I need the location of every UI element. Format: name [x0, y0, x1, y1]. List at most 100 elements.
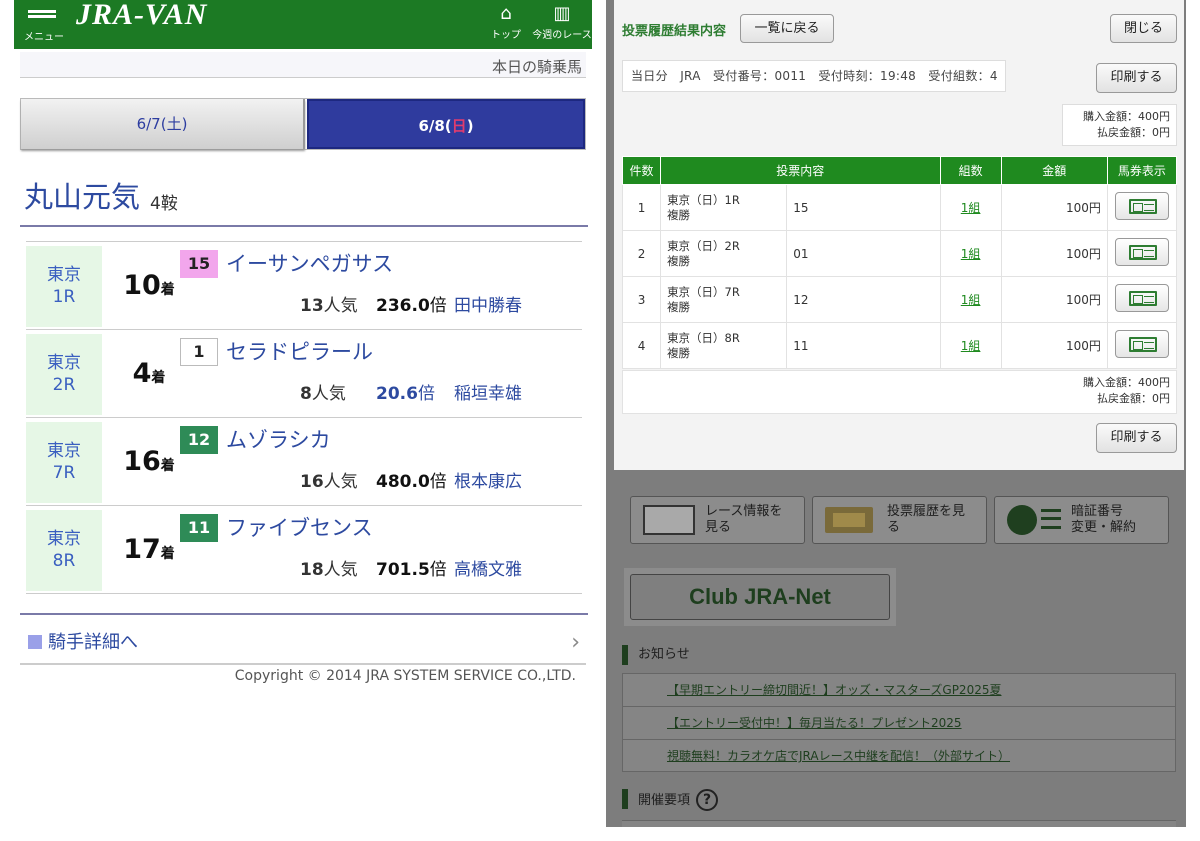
race-row[interactable]: 東京 1R 10着 15 イーサンペガサス 13人気 236.0倍 田中勝春	[26, 242, 582, 330]
race-venue[interactable]: 東京 2R	[26, 334, 102, 415]
bet-selection: 11	[786, 322, 941, 369]
pin-settings-button[interactable]: 暗証番号 変更・解約	[994, 496, 1169, 544]
date-tabs: 6/7(土) 6/8(日)	[20, 98, 586, 150]
rider-name-link[interactable]: 田中勝春	[454, 291, 522, 316]
bet-selection: 15	[786, 184, 941, 231]
back-to-list-button[interactable]: 一覧に戻る	[740, 14, 834, 43]
race-venue[interactable]: 東京 8R	[26, 510, 102, 591]
bet-number: 2	[621, 230, 662, 277]
bet-table: 件数 投票内容 組数 金額 馬券表示 1 東京（日）1R 複勝 15 1組 100…	[621, 156, 1178, 369]
rider-name-link[interactable]: 高橋文雅	[454, 555, 522, 580]
print-button[interactable]: 印刷する	[1096, 63, 1177, 93]
bet-selection: 01	[786, 230, 941, 277]
nav-week-races-button[interactable]: ▥ 今週のレース	[532, 3, 592, 42]
menu-label: メニュー	[24, 32, 64, 43]
tab-saturday[interactable]: 6/7(土)	[21, 99, 305, 149]
ticket-icon	[1128, 291, 1157, 306]
news-link[interactable]: 視聴無料！カラオケ店でJRAレース中継を配信！（外部サイト）	[622, 739, 1176, 772]
ticket-icon	[1128, 245, 1157, 260]
horse-number-badge: 1	[180, 338, 218, 366]
finish-position: 17着	[123, 534, 175, 565]
square-bullet-icon	[28, 635, 42, 649]
nav-week-label: 今週のレース	[532, 30, 592, 41]
race-row[interactable]: 東京 2R 4着 1 セラドピラール 8人気 20.6倍 稲垣幸雄	[26, 330, 582, 418]
jockey-detail-link[interactable]: 騎手詳細へ ›	[20, 625, 586, 665]
table-row: 2 東京（日）2R 複勝 01 1組 100円	[621, 230, 1178, 277]
print-button-bottom[interactable]: 印刷する	[1096, 423, 1177, 453]
race-venue[interactable]: 東京 1R	[26, 246, 102, 327]
help-icon[interactable]: ?	[696, 789, 719, 811]
odds: 480.0倍	[376, 472, 447, 492]
col-content: 投票内容	[660, 156, 941, 185]
ticket-stack-icon	[825, 507, 873, 533]
ticket-view-button[interactable]	[1114, 238, 1169, 266]
purchase-amount: 購入金額：400円	[1083, 110, 1170, 123]
race-info-button[interactable]: レース情報を 見る	[630, 496, 805, 544]
horse-name-link[interactable]: セラドピラール	[226, 336, 373, 366]
bet-race: 東京（日）8R 複勝	[660, 322, 788, 369]
finish-position: 10着	[123, 270, 175, 301]
bet-number: 3	[621, 276, 662, 323]
copyright: Copyright © 2014 JRA SYSTEM SERVICE CO.,…	[234, 668, 576, 684]
bet-amount: 100円	[1000, 184, 1108, 231]
nav-top-button[interactable]: ⌂ トップ	[488, 4, 524, 42]
receipt-info: 当日分 JRA 受付番号：0011 受付時刻：19:48 受付組数：4	[622, 60, 1006, 92]
ride-count: 4鞍	[150, 194, 178, 214]
user-icon	[1007, 505, 1037, 535]
rider-name-link[interactable]: 稲垣幸雄	[454, 379, 522, 404]
table-row: 3 東京（日）7R 複勝 12 1組 100円	[621, 276, 1178, 323]
bet-amount: 100円	[1000, 322, 1108, 369]
news-link[interactable]: 【エントリー受付中！】毎月当たる！プレゼント2025	[622, 706, 1176, 739]
ticket-view-button[interactable]	[1114, 330, 1169, 358]
ticket-view-button[interactable]	[1114, 284, 1169, 312]
rider-name-link[interactable]: 根本康広	[454, 467, 522, 492]
bet-history-modal: 投票履歴結果内容 一覧に戻る 閉じる 当日分 JRA 受付番号：0011 受付時…	[614, 0, 1184, 470]
finish-position: 4着	[132, 358, 166, 389]
ticket-icon	[1128, 199, 1157, 214]
calendar-icon: ▥	[553, 3, 571, 24]
col-amount: 金額	[1000, 156, 1108, 185]
jockey-name: 丸山元気	[24, 180, 141, 214]
schedule-heading: 開催要項?	[622, 789, 719, 811]
divider	[20, 225, 588, 227]
bet-amount: 100円	[1000, 276, 1108, 323]
news-list: 【早期エントリー締切間近！】オッズ・マスターズGP2025夏 【エントリー受付中…	[622, 673, 1176, 772]
bet-selection: 12	[786, 276, 941, 323]
list-icon	[1041, 509, 1061, 529]
ticket-view-button[interactable]	[1114, 192, 1169, 220]
tab-sunday[interactable]: 6/8(日)	[307, 99, 585, 149]
horse-name-link[interactable]: ファイブセンス	[226, 512, 373, 542]
race-row[interactable]: 東京 8R 17着 11 ファイブセンス 18人気 701.5倍 高橋文雅	[26, 506, 582, 594]
table-row: 1 東京（日）1R 複勝 15 1組 100円	[621, 184, 1178, 231]
menu-button[interactable]: メニュー	[24, 6, 68, 43]
combos-link[interactable]: 1組	[939, 230, 1002, 277]
app-header: メニュー JRA-VAN ⌂ トップ ▥ 今週のレース	[14, 0, 592, 49]
race-row[interactable]: 東京 7R 16着 12 ムゾラシカ 16人気 480.0倍 根本康広	[26, 418, 582, 506]
popularity: 16人気	[300, 472, 358, 492]
col-combos: 組数	[939, 156, 1002, 185]
page-subtitle: 本日の騎乗馬	[20, 52, 586, 78]
close-button[interactable]: 閉じる	[1110, 14, 1177, 43]
race-venue[interactable]: 東京 7R	[26, 422, 102, 503]
horse-name-link[interactable]: ムゾラシカ	[226, 424, 331, 454]
club-jra-net-logo: Club JRA-Net	[630, 574, 890, 620]
total-purchase: 購入金額：400円	[1083, 376, 1170, 389]
horse-name-link[interactable]: イーサンペガサス	[226, 248, 393, 278]
club-jra-net-banner[interactable]: Club JRA-Net	[624, 568, 896, 626]
amount-summary: 購入金額：400円 払戻金額：0円	[1062, 104, 1177, 146]
news-link[interactable]: 【早期エントリー締切間近！】オッズ・マスターズGP2025夏	[622, 673, 1176, 706]
total-refund: 払戻金額：0円	[1097, 392, 1170, 405]
bet-number: 1	[621, 184, 662, 231]
combos-link[interactable]: 1組	[939, 276, 1002, 323]
nav-top-label: トップ	[491, 30, 521, 41]
jra-van-logo[interactable]: JRA-VAN	[76, 0, 207, 32]
combos-link[interactable]: 1組	[939, 322, 1002, 369]
bet-race: 東京（日）1R 複勝	[660, 184, 788, 231]
bet-history-button[interactable]: 投票履歴を見る	[812, 496, 987, 544]
combos-link[interactable]: 1組	[939, 184, 1002, 231]
chevron-right-icon: ›	[571, 630, 580, 655]
modal-title: 投票履歴結果内容	[622, 24, 727, 39]
odds: 701.5倍	[376, 560, 447, 580]
bet-number: 4	[621, 322, 662, 369]
jra-van-panel: メニュー JRA-VAN ⌂ トップ ▥ 今週のレース 本日の騎乗馬 6/7(土…	[0, 0, 606, 841]
